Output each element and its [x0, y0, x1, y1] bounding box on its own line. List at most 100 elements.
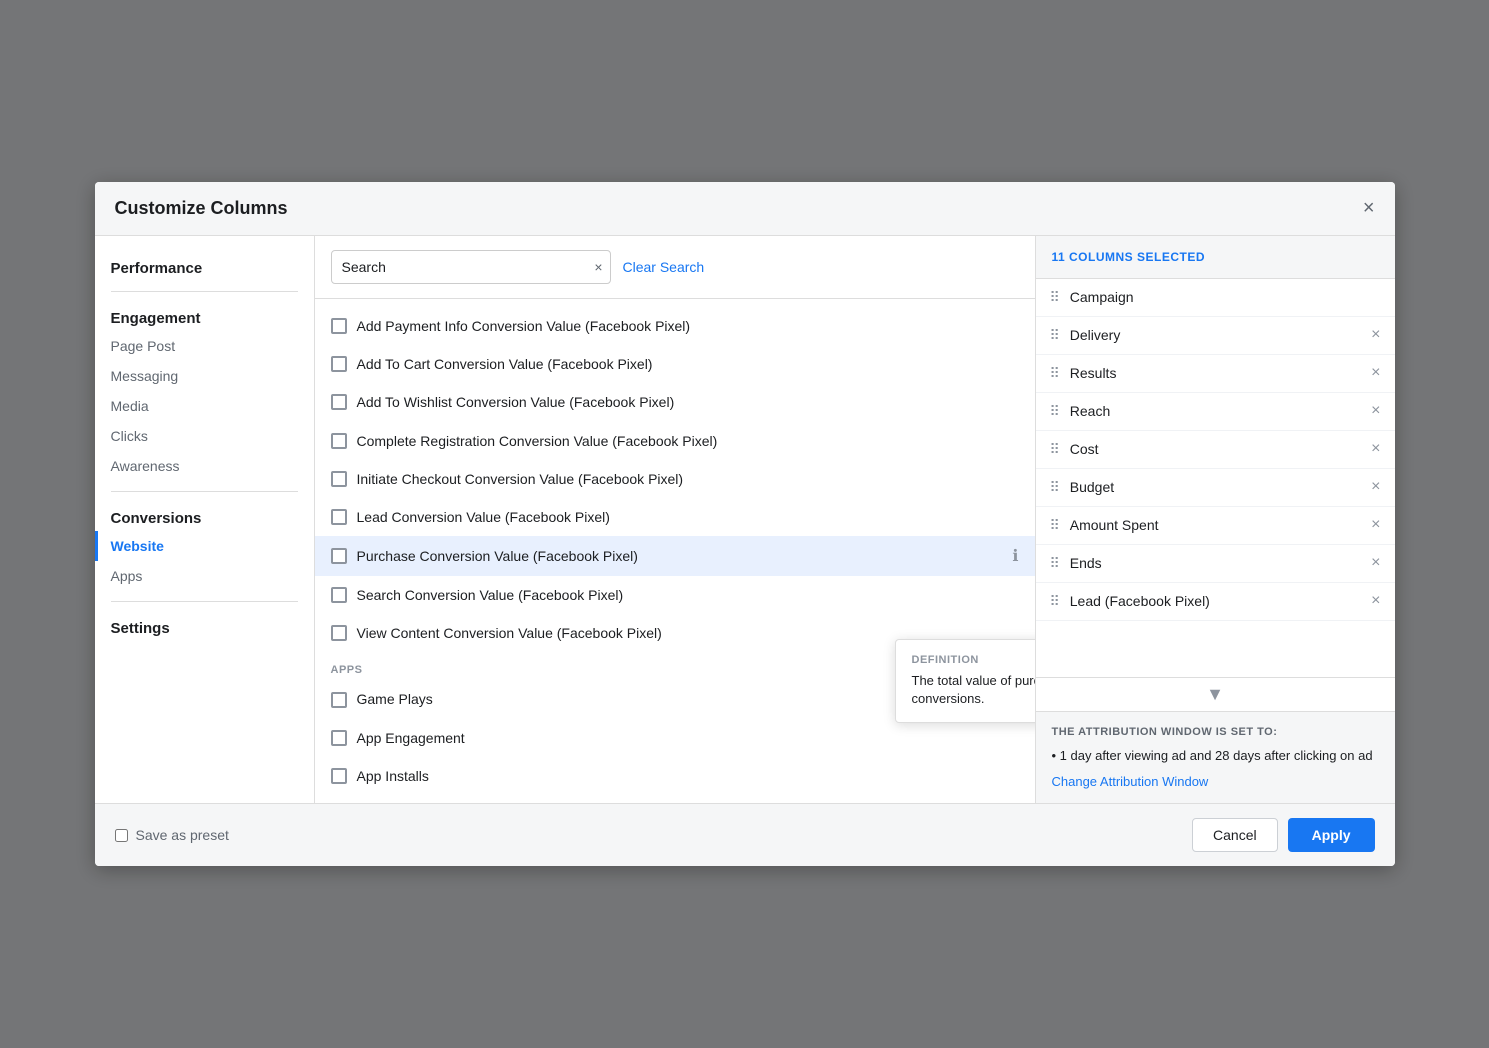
drag-handle-icon[interactable]: ⠿	[1050, 593, 1060, 610]
drag-handle-icon[interactable]: ⠿	[1050, 555, 1060, 572]
remove-ends-button[interactable]: ×	[1371, 555, 1380, 571]
selected-item-cost: ⠿ Cost ×	[1036, 431, 1395, 469]
info-icon[interactable]: ℹ	[1012, 546, 1018, 566]
drag-handle-icon[interactable]: ⠿	[1050, 327, 1060, 344]
sidebar-item-clicks[interactable]: Clicks	[95, 421, 314, 451]
list-item[interactable]: Lead Conversion Value (Facebook Pixel)	[315, 498, 1035, 536]
list-item[interactable]: Search Conversion Value (Facebook Pixel)	[315, 576, 1035, 614]
search-bar: × Clear Search	[315, 236, 1035, 299]
footer-buttons: Cancel Apply	[1192, 818, 1374, 852]
cancel-button[interactable]: Cancel	[1192, 818, 1278, 852]
modal-footer: Save as preset Cancel Apply	[95, 803, 1395, 866]
apply-button[interactable]: Apply	[1288, 818, 1375, 852]
save-preset-checkbox[interactable]	[115, 829, 128, 842]
sidebar-item-messaging[interactable]: Messaging	[95, 361, 314, 391]
list-item[interactable]: Initiate Checkout Conversion Value (Face…	[315, 460, 1035, 498]
attribution-section: THE ATTRIBUTION WINDOW IS SET TO: • 1 da…	[1036, 711, 1395, 804]
column-label: Initiate Checkout Conversion Value (Face…	[357, 470, 684, 488]
search-input-wrapper: ×	[331, 250, 611, 284]
selected-columns-list: ⠿ Campaign ⠿ Delivery × ⠿ Results × ⠿	[1036, 279, 1395, 677]
sidebar-item-apps[interactable]: Apps	[95, 561, 314, 591]
tooltip-title: DEFINITION	[912, 654, 1035, 666]
drag-handle-icon[interactable]: ⠿	[1050, 479, 1060, 496]
sidebar-section-performance: Performance	[95, 252, 314, 281]
checkbox-app-engagement[interactable]	[331, 730, 347, 746]
remove-cost-button[interactable]: ×	[1371, 441, 1380, 457]
sidebar-item-website[interactable]: Website	[95, 531, 314, 561]
checkbox-add-cart[interactable]	[331, 356, 347, 372]
scroll-down-indicator: ▼	[1036, 677, 1395, 711]
sidebar-item-awareness[interactable]: Awareness	[95, 451, 314, 481]
clear-search-button[interactable]: Clear Search	[623, 259, 705, 275]
selected-item-label: Ends	[1070, 555, 1361, 571]
checkbox-complete-reg[interactable]	[331, 433, 347, 449]
drag-handle-icon[interactable]: ⠿	[1050, 517, 1060, 534]
sidebar-section-engagement: Engagement	[95, 302, 314, 331]
close-button[interactable]: ×	[1363, 198, 1375, 218]
selected-item-label: Amount Spent	[1070, 517, 1361, 533]
checkbox-add-payment[interactable]	[331, 318, 347, 334]
sidebar: Performance Engagement Page Post Messagi…	[95, 236, 315, 803]
list-item[interactable]: App Engagement	[315, 719, 1035, 757]
column-label: App Engagement	[357, 729, 465, 747]
chevron-down-icon: ▼	[1206, 684, 1224, 705]
list-item[interactable]: App Installs	[315, 757, 1035, 795]
list-item[interactable]: Add To Cart Conversion Value (Facebook P…	[315, 345, 1035, 383]
modal-body: Performance Engagement Page Post Messagi…	[95, 236, 1395, 803]
sidebar-divider-1	[111, 291, 298, 292]
selected-item-label: Results	[1070, 365, 1361, 381]
list-item-purchase[interactable]: Purchase Conversion Value (Facebook Pixe…	[315, 536, 1035, 576]
drag-handle-icon[interactable]: ⠿	[1050, 365, 1060, 382]
columns-list: Add Payment Info Conversion Value (Faceb…	[315, 299, 1035, 803]
checkbox-add-wishlist[interactable]	[331, 394, 347, 410]
remove-lead-pixel-button[interactable]: ×	[1371, 593, 1380, 609]
column-label: Add To Wishlist Conversion Value (Facebo…	[357, 393, 675, 411]
selected-columns-header: 11 COLUMNS SELECTED	[1036, 236, 1395, 279]
column-label-purchase: Purchase Conversion Value (Facebook Pixe…	[357, 547, 638, 565]
selected-item-ends: ⠿ Ends ×	[1036, 545, 1395, 583]
selected-item-label: Cost	[1070, 441, 1361, 457]
selected-item-results: ⠿ Results ×	[1036, 355, 1395, 393]
remove-amount-spent-button[interactable]: ×	[1371, 517, 1380, 533]
drag-handle-icon[interactable]: ⠿	[1050, 403, 1060, 420]
save-preset-label: Save as preset	[136, 827, 229, 843]
checkbox-view-content[interactable]	[331, 625, 347, 641]
selected-item-lead-pixel: ⠿ Lead (Facebook Pixel) ×	[1036, 583, 1395, 621]
list-item[interactable]: Add Payment Info Conversion Value (Faceb…	[315, 307, 1035, 345]
tooltip-box: DEFINITION The total value of purchase (…	[895, 639, 1035, 723]
checkbox-lead[interactable]	[331, 509, 347, 525]
checkbox-app-installs[interactable]	[331, 768, 347, 784]
checkbox-search-conv[interactable]	[331, 587, 347, 603]
search-input[interactable]	[331, 250, 611, 284]
modal-header: Customize Columns ×	[95, 182, 1395, 236]
column-label: Lead Conversion Value (Facebook Pixel)	[357, 508, 610, 526]
save-preset-wrapper: Save as preset	[115, 827, 229, 843]
attribution-title: THE ATTRIBUTION WINDOW IS SET TO:	[1052, 726, 1379, 738]
drag-handle-icon[interactable]: ⠿	[1050, 441, 1060, 458]
column-label: View Content Conversion Value (Facebook …	[357, 624, 662, 642]
remove-reach-button[interactable]: ×	[1371, 403, 1380, 419]
checkbox-initiate-checkout[interactable]	[331, 471, 347, 487]
search-clear-x-icon[interactable]: ×	[594, 259, 602, 275]
remove-results-button[interactable]: ×	[1371, 365, 1380, 381]
attribution-text: • 1 day after viewing ad and 28 days aft…	[1052, 746, 1379, 766]
sidebar-item-media[interactable]: Media	[95, 391, 314, 421]
list-item[interactable]: Add To Wishlist Conversion Value (Facebo…	[315, 383, 1035, 421]
selected-item-label: Campaign	[1070, 289, 1381, 305]
sidebar-section-settings: Settings	[95, 612, 314, 641]
main-content: × Clear Search Add Payment Info Conversi…	[315, 236, 1035, 803]
drag-handle-icon[interactable]: ⠿	[1050, 289, 1060, 306]
selected-item-label: Budget	[1070, 479, 1361, 495]
column-label: App Installs	[357, 767, 429, 785]
change-attribution-window-link[interactable]: Change Attribution Window	[1052, 774, 1209, 789]
checkbox-purchase[interactable]	[331, 548, 347, 564]
sidebar-divider-3	[111, 601, 298, 602]
modal-overlay: Customize Columns × Performance Engageme…	[0, 0, 1489, 1048]
tooltip-text: The total value of purchase (Facebook pi…	[912, 672, 1035, 708]
list-item[interactable]: Complete Registration Conversion Value (…	[315, 422, 1035, 460]
sidebar-item-page-post[interactable]: Page Post	[95, 331, 314, 361]
remove-delivery-button[interactable]: ×	[1371, 327, 1380, 343]
remove-budget-button[interactable]: ×	[1371, 479, 1380, 495]
checkbox-game-plays[interactable]	[331, 692, 347, 708]
column-label: Complete Registration Conversion Value (…	[357, 432, 718, 450]
